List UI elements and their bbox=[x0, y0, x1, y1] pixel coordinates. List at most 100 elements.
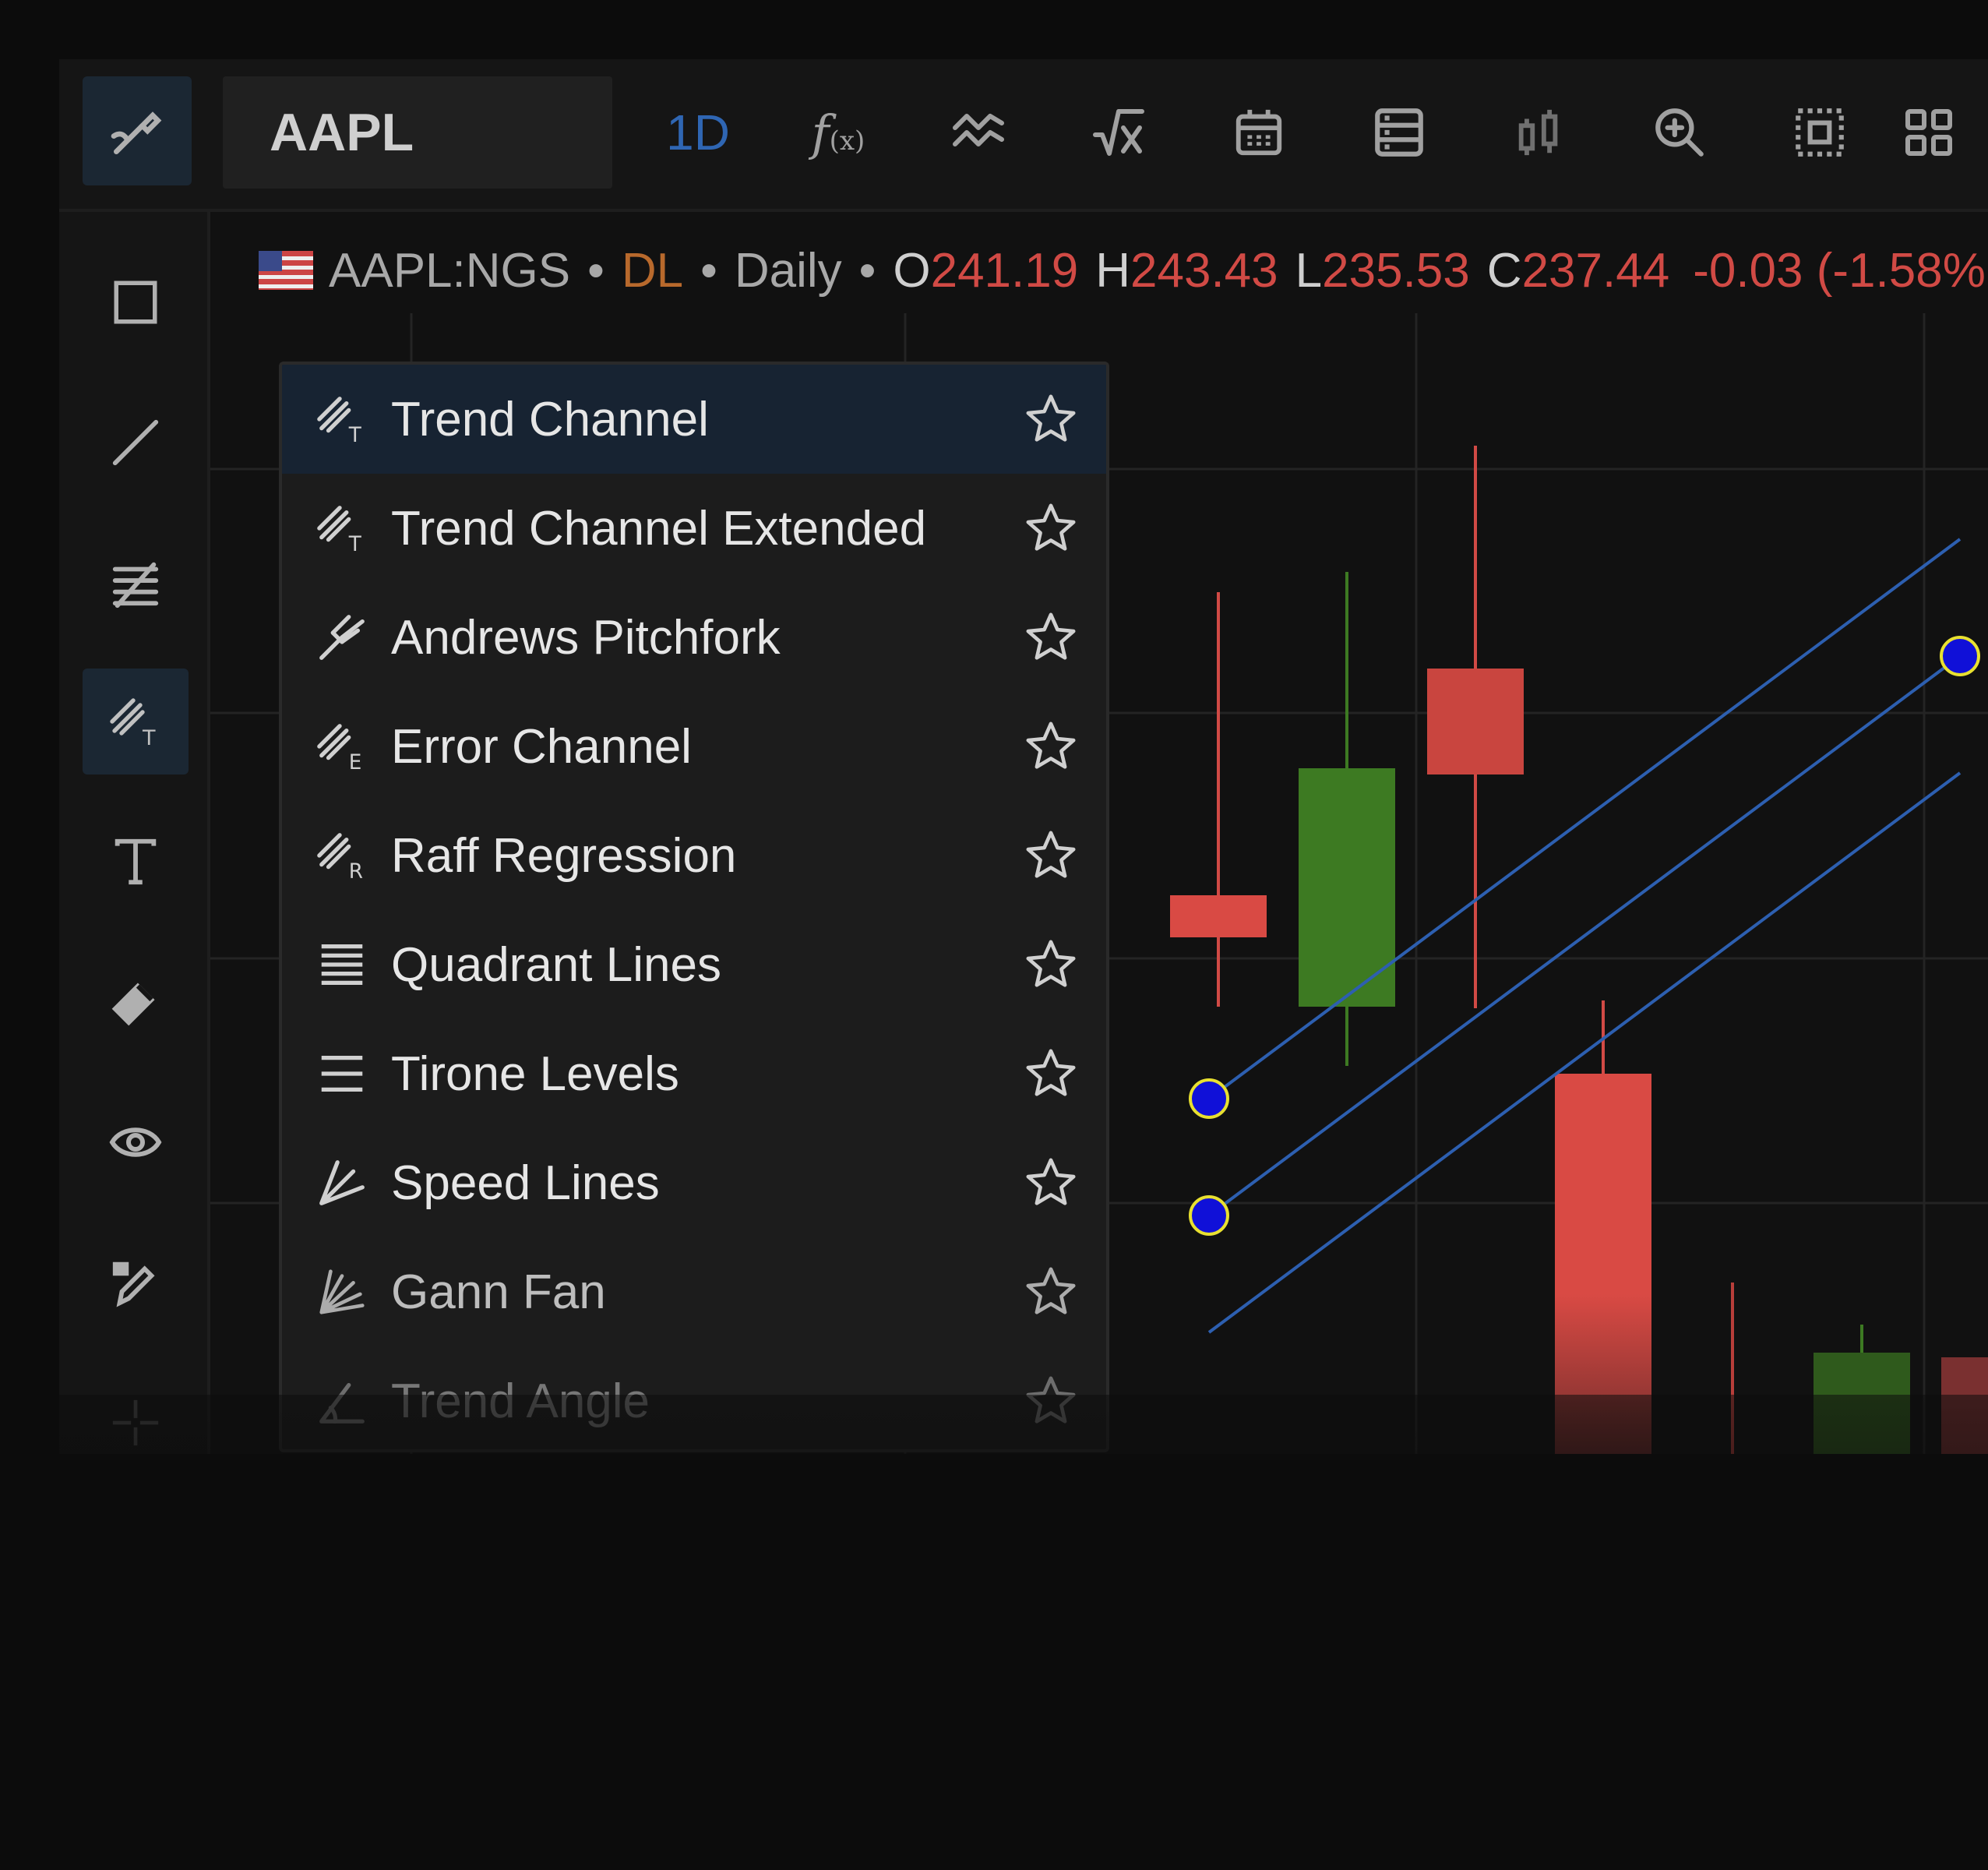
menu-item-label: Quadrant Lines bbox=[391, 937, 721, 992]
star-icon[interactable] bbox=[1024, 501, 1078, 556]
fib-tool[interactable] bbox=[83, 530, 189, 636]
menu-item-label: Trend Channel bbox=[391, 392, 709, 446]
select-area-button[interactable] bbox=[1765, 76, 1874, 189]
trend-channel-icon: T bbox=[110, 698, 156, 750]
text-tool[interactable] bbox=[83, 809, 189, 915]
visibility-tool[interactable] bbox=[83, 1089, 189, 1195]
channel-tools-menu: T Trend Channel T Trend Channel Extended… bbox=[279, 362, 1109, 1452]
sqrt-button[interactable] bbox=[1064, 76, 1173, 189]
star-icon[interactable] bbox=[1024, 610, 1078, 665]
speed-lines-icon bbox=[319, 1160, 365, 1205]
legend-high-value: 243.43 bbox=[1130, 243, 1278, 298]
chart-legend: AAPL:NGS • DL • Daily • O 241.19 H 243.43 … bbox=[259, 243, 1986, 298]
menu-item-label: Tirone Levels bbox=[391, 1046, 679, 1101]
error-channel-icon: E bbox=[317, 724, 362, 774]
raff-regression-icon: R bbox=[317, 833, 363, 883]
lock-drawings-tool[interactable] bbox=[83, 1230, 189, 1335]
star-icon[interactable] bbox=[1024, 1265, 1078, 1319]
interval-label: 1D bbox=[666, 104, 730, 161]
quadrant-lines-icon bbox=[321, 944, 363, 985]
chart-type-button[interactable] bbox=[1485, 76, 1594, 189]
interval-button[interactable]: 1D bbox=[643, 76, 753, 189]
eraser-icon bbox=[111, 983, 155, 1026]
menu-item-trend-channel-extended[interactable]: T Trend Channel Extended bbox=[282, 474, 1106, 583]
draw-tools-icon bbox=[111, 111, 162, 155]
menu-item-label: Speed Lines bbox=[391, 1156, 660, 1210]
rectangle-icon bbox=[114, 280, 157, 324]
menu-item-raff-regression[interactable]: R Raff Regression bbox=[282, 801, 1106, 910]
tirone-levels-icon bbox=[321, 1055, 363, 1092]
legend-close-label: C bbox=[1486, 243, 1522, 298]
line-tool[interactable] bbox=[83, 390, 189, 496]
table-button[interactable] bbox=[1345, 76, 1454, 189]
pitchfork-icon bbox=[319, 615, 365, 660]
layout-button[interactable] bbox=[1874, 76, 1983, 189]
menu-item-tirone-levels[interactable]: Tirone Levels bbox=[282, 1019, 1106, 1128]
eraser-tool[interactable] bbox=[83, 949, 189, 1055]
channel-handle[interactable] bbox=[1940, 636, 1980, 676]
menu-item-quadrant-lines[interactable]: Quadrant Lines bbox=[282, 910, 1106, 1019]
menu-item-andrews-pitchfork[interactable]: Andrews Pitchfork bbox=[282, 583, 1106, 692]
svg-text:R: R bbox=[349, 860, 363, 883]
trend-channel-extended-icon: T bbox=[317, 506, 362, 556]
svg-text:E: E bbox=[349, 751, 362, 774]
zoom-button[interactable] bbox=[1625, 76, 1734, 189]
menu-item-trend-channel[interactable]: T Trend Channel bbox=[282, 365, 1106, 474]
menu-item-error-channel[interactable]: E Error Channel bbox=[282, 692, 1106, 801]
menu-item-label: Error Channel bbox=[391, 719, 692, 774]
channel-handle[interactable] bbox=[1189, 1195, 1229, 1236]
svg-text:T: T bbox=[348, 533, 362, 556]
zoom-icon bbox=[1655, 108, 1704, 157]
eye-icon bbox=[109, 1127, 162, 1157]
trend-channel-icon: T bbox=[317, 397, 362, 446]
rectangle-tool[interactable] bbox=[83, 249, 189, 355]
drawing-tools-button[interactable] bbox=[83, 76, 192, 185]
gann-fan-icon bbox=[319, 1269, 365, 1314]
drawing-sidebar: T bbox=[59, 212, 210, 1454]
legend-open-label: O bbox=[893, 243, 931, 298]
layout-grid-icon bbox=[1905, 109, 1952, 156]
legend-low-value: 235.53 bbox=[1322, 243, 1470, 298]
table-icon bbox=[1375, 108, 1423, 157]
menu-item-label: Gann Fan bbox=[391, 1265, 606, 1319]
legend-separator: • bbox=[700, 243, 717, 298]
svg-text:T: T bbox=[142, 726, 156, 750]
legend-high-label: H bbox=[1095, 243, 1131, 298]
function-button[interactable]: f(x) bbox=[784, 76, 893, 189]
svg-text:T: T bbox=[348, 424, 362, 446]
legend-symbol: AAPL:NGS bbox=[329, 243, 571, 298]
star-icon[interactable] bbox=[1024, 1046, 1078, 1101]
candle-body-bear bbox=[1170, 895, 1267, 937]
menu-item-label: Trend Channel Extended bbox=[391, 501, 927, 556]
menu-item-label: Andrews Pitchfork bbox=[391, 610, 781, 665]
legend-low-label: L bbox=[1295, 243, 1323, 298]
candles-icon bbox=[1518, 109, 1558, 156]
indicators-button[interactable] bbox=[924, 76, 1033, 189]
legend-change-value: -0.03 (-1.58% bbox=[1693, 243, 1986, 298]
calendar-button[interactable] bbox=[1204, 76, 1313, 189]
star-icon[interactable] bbox=[1024, 937, 1078, 992]
symbol-input[interactable]: AAPL bbox=[223, 76, 612, 189]
candles bbox=[1170, 446, 1988, 1454]
star-icon[interactable] bbox=[1024, 1156, 1078, 1210]
indicators-icon bbox=[953, 114, 1004, 146]
trend-channel-tool[interactable]: T bbox=[83, 669, 189, 774]
lock-pencil-icon bbox=[112, 1261, 155, 1307]
legend-open-value: 241.19 bbox=[930, 243, 1079, 298]
legend-close-value: 237.44 bbox=[1521, 243, 1670, 298]
menu-item-gann-fan[interactable]: Gann Fan bbox=[282, 1237, 1106, 1346]
function-icon: f(x) bbox=[812, 104, 865, 161]
legend-separator: • bbox=[858, 243, 876, 298]
star-icon[interactable] bbox=[1024, 392, 1078, 446]
channel-handle[interactable] bbox=[1189, 1078, 1229, 1119]
fx-sub: (x) bbox=[829, 125, 865, 157]
sqrt-x-icon bbox=[1093, 109, 1144, 156]
fx-letter: f bbox=[811, 104, 830, 161]
select-area-icon bbox=[1796, 108, 1844, 157]
bottom-fade-overlay bbox=[0, 1395, 1988, 1870]
star-icon[interactable] bbox=[1024, 719, 1078, 774]
legend-separator: • bbox=[587, 243, 605, 298]
star-icon[interactable] bbox=[1024, 828, 1078, 883]
menu-item-speed-lines[interactable]: Speed Lines bbox=[282, 1128, 1106, 1237]
symbol-text: AAPL bbox=[270, 103, 414, 162]
